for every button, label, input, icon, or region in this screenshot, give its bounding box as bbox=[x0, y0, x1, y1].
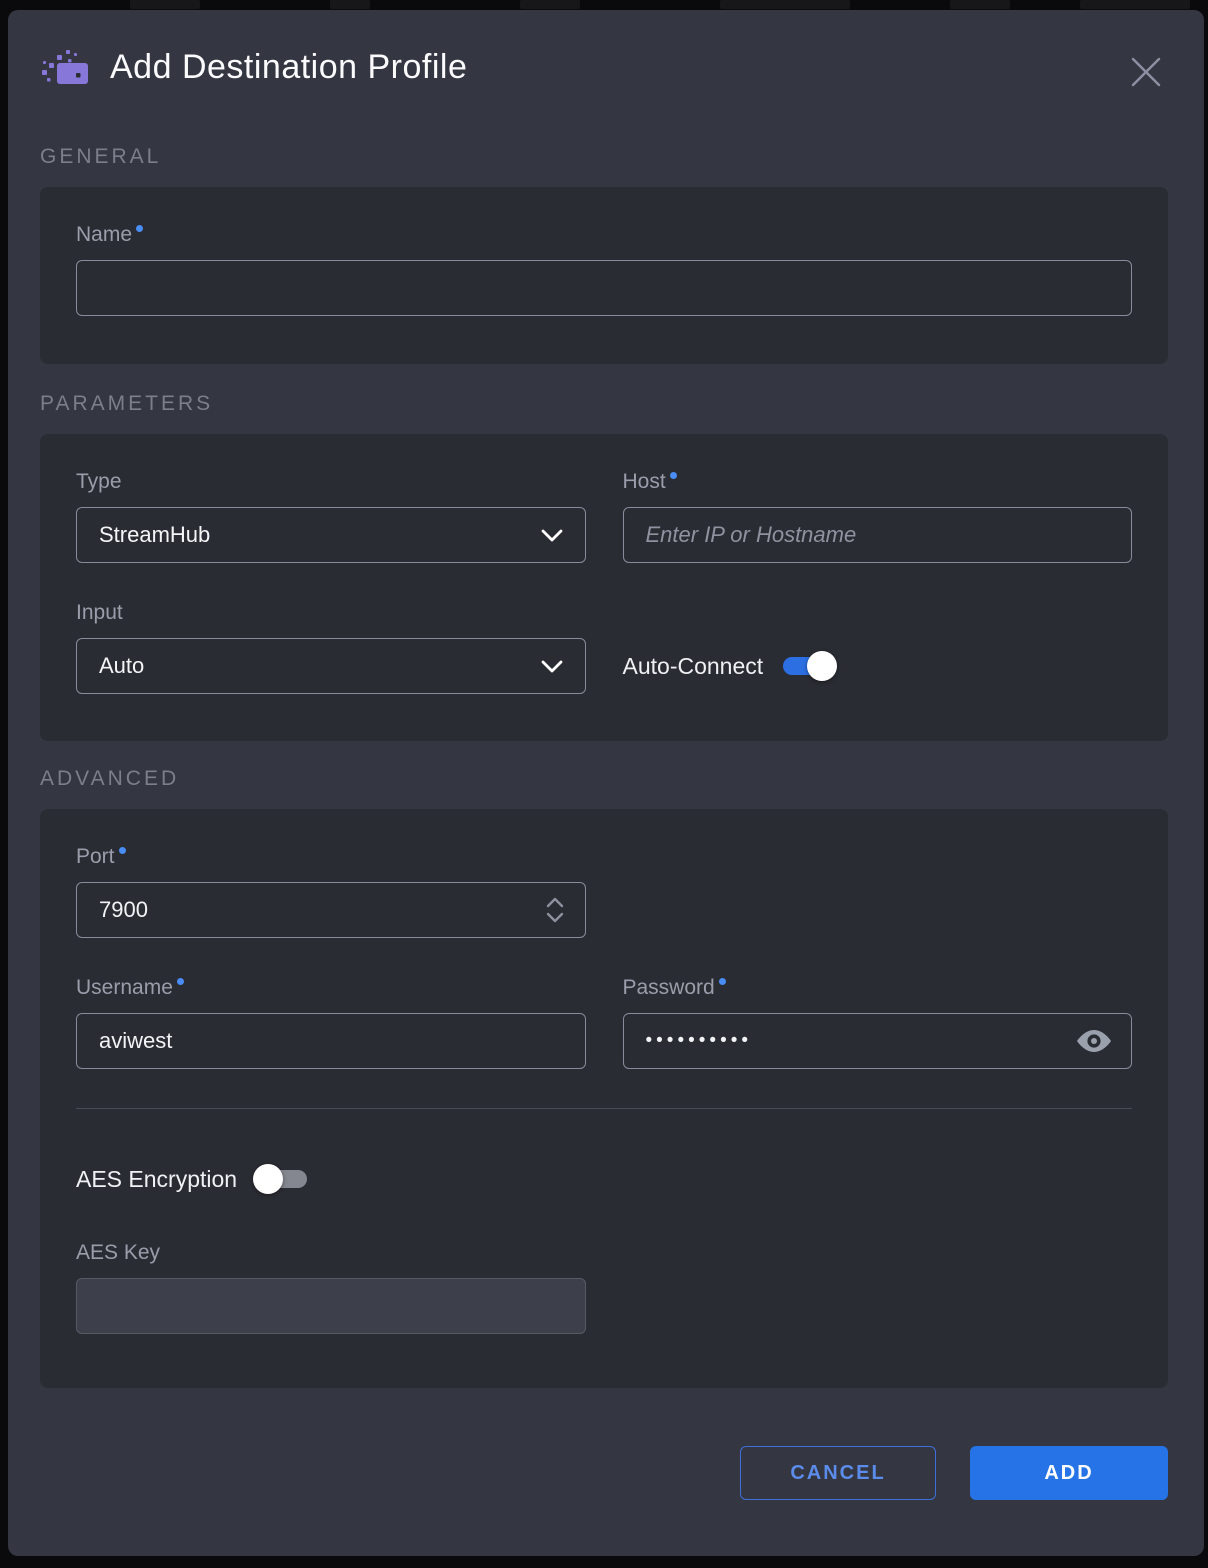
name-input[interactable] bbox=[76, 260, 1132, 316]
input-selected-value: Auto bbox=[99, 653, 144, 679]
dialog-footer: CANCEL ADD bbox=[40, 1446, 1168, 1500]
chevron-down-icon bbox=[541, 660, 563, 673]
close-icon bbox=[1127, 53, 1165, 91]
cancel-button[interactable]: CANCEL bbox=[740, 1446, 936, 1500]
username-input[interactable] bbox=[76, 1013, 586, 1069]
auto-connect-label: Auto-Connect bbox=[623, 653, 764, 680]
required-dot-icon bbox=[670, 472, 677, 479]
username-label: Username bbox=[76, 976, 586, 1000]
required-dot-icon bbox=[136, 225, 143, 232]
general-section-heading: GENERAL bbox=[40, 145, 1168, 169]
toggle-knob bbox=[253, 1164, 283, 1194]
host-input[interactable] bbox=[623, 507, 1133, 563]
close-button[interactable] bbox=[1126, 52, 1166, 92]
port-input[interactable] bbox=[76, 882, 586, 938]
add-button[interactable]: ADD bbox=[970, 1446, 1168, 1500]
advanced-section-heading: ADVANCED bbox=[40, 767, 1168, 791]
password-input[interactable] bbox=[623, 1013, 1133, 1069]
advanced-card: Port Username Password bbox=[40, 809, 1168, 1388]
required-dot-icon bbox=[719, 978, 726, 985]
stepper-up-down-icon[interactable] bbox=[544, 895, 566, 925]
destination-profile-icon bbox=[42, 50, 88, 86]
type-selected-value: StreamHub bbox=[99, 522, 210, 548]
host-label: Host bbox=[623, 470, 1133, 494]
required-dot-icon bbox=[119, 847, 126, 854]
aes-key-label: AES Key bbox=[76, 1241, 586, 1265]
dialog-title: Add Destination Profile bbox=[110, 48, 467, 87]
chevron-down-icon bbox=[541, 529, 563, 542]
parameters-section-heading: PARAMETERS bbox=[40, 392, 1168, 416]
auto-connect-toggle[interactable] bbox=[783, 651, 831, 681]
password-label: Password bbox=[623, 976, 1133, 1000]
aes-encryption-toggle[interactable] bbox=[259, 1164, 307, 1194]
parameters-card: Type StreamHub Host In bbox=[40, 434, 1168, 741]
type-label: Type bbox=[76, 470, 586, 494]
name-label: Name bbox=[76, 223, 1132, 247]
aes-encryption-label: AES Encryption bbox=[76, 1166, 237, 1193]
input-select[interactable]: Auto bbox=[76, 638, 586, 694]
input-label: Input bbox=[76, 601, 586, 625]
dialog-header: Add Destination Profile bbox=[40, 10, 1168, 87]
add-destination-profile-dialog: Add Destination Profile GENERAL Name PAR… bbox=[8, 10, 1204, 1556]
show-password-eye-icon[interactable] bbox=[1076, 1029, 1112, 1053]
toggle-knob bbox=[807, 651, 837, 681]
general-card: Name bbox=[40, 187, 1168, 364]
section-divider bbox=[76, 1108, 1132, 1109]
port-label: Port bbox=[76, 845, 586, 869]
aes-key-input bbox=[76, 1278, 586, 1334]
required-dot-icon bbox=[177, 978, 184, 985]
type-select[interactable]: StreamHub bbox=[76, 507, 586, 563]
